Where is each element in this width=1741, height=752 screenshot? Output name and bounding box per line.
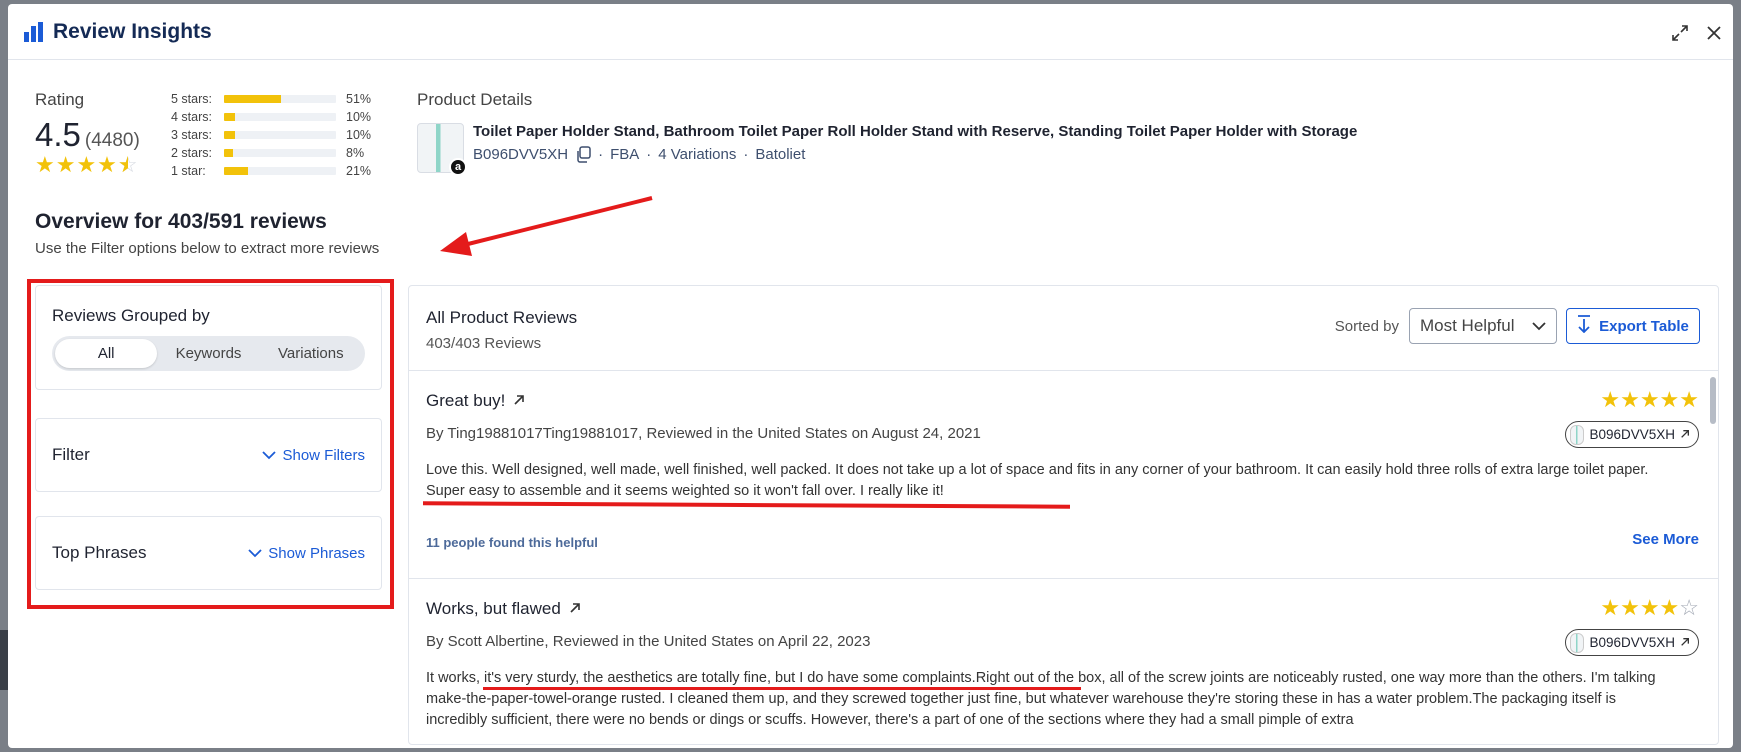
- rating-label: Rating: [35, 90, 85, 109]
- product-brand: Batoliet: [755, 146, 806, 163]
- product-details: Product Details a Toilet Paper Holder St…: [417, 90, 1713, 176]
- distribution-bar-fill: [224, 131, 236, 139]
- rating-summary: Rating 4.5 (4480) ★★★★☆★: [35, 90, 165, 178]
- grouping-title: Reviews Grouped by: [52, 306, 210, 325]
- rating-value: 4.5: [35, 116, 81, 153]
- review-stars: ★★★★★: [1600, 387, 1699, 412]
- distribution-row: 5 stars: 51%: [171, 92, 372, 106]
- product-fulfillment: FBA: [610, 146, 640, 163]
- modal-title: Review Insights: [53, 19, 212, 43]
- overview-title: Overview for 403/591 reviews: [35, 210, 327, 233]
- helpful-count: 11 people found this helpful: [426, 535, 598, 550]
- reviews-list[interactable]: Great buy! ★★★★★ By Ting19881017Ting1988…: [409, 371, 1718, 744]
- review-item: Great buy! ★★★★★ By Ting19881017Ting1988…: [409, 371, 1718, 579]
- product-mini-thumbnail: [1570, 424, 1585, 445]
- review-body: Love this. Well designed, well made, wel…: [426, 462, 1649, 499]
- top-phrases-title: Top Phrases: [52, 543, 147, 562]
- overview-subtitle: Use the Filter options below to extract …: [35, 240, 380, 257]
- distribution-row: 3 stars: 10%: [171, 128, 372, 142]
- dot-separator: ·: [598, 146, 604, 163]
- filter-title: Filter: [52, 445, 90, 464]
- dot-separator: ·: [743, 146, 749, 163]
- grouping-segmented-control: All Keywords Variations: [52, 336, 365, 371]
- distribution-bar-fill: [224, 113, 236, 121]
- product-details-label: Product Details: [417, 90, 533, 109]
- review-asin-link[interactable]: B096DVV5XH: [1565, 421, 1699, 448]
- product-asin: B096DVV5XH: [473, 146, 569, 163]
- filter-card: Filter Show Filters: [35, 418, 382, 492]
- top-phrases-card: Top Phrases Show Phrases: [35, 516, 382, 590]
- bar-chart-logo-icon: [24, 21, 43, 42]
- review-asin-link[interactable]: B096DVV5XH: [1565, 629, 1699, 656]
- distribution-row: 2 stars: 8%: [171, 146, 365, 160]
- group-variations-button[interactable]: Variations: [260, 339, 362, 368]
- review-title: Works, but flawed: [426, 599, 561, 618]
- distribution-bar-fill: [224, 95, 282, 103]
- amazon-logo-icon: a: [449, 158, 467, 176]
- review-body: It works, it's very sturdy, the aestheti…: [426, 670, 1656, 728]
- chevron-down-icon: [248, 545, 262, 562]
- product-thumbnail[interactable]: a: [417, 123, 467, 176]
- export-table-button[interactable]: Export Table: [1566, 308, 1700, 344]
- left-controls: Reviews Grouped by All Keywords Variatio…: [35, 285, 382, 590]
- distribution-bar-fill: [224, 167, 248, 175]
- scrollbar-thumb[interactable]: [1710, 377, 1716, 424]
- product-name: Toilet Paper Holder Stand, Bathroom Toil…: [473, 123, 1358, 140]
- sort-label: Sorted by: [1334, 317, 1399, 335]
- review-byline: By Ting19881017Ting19881017, Reviewed in…: [426, 425, 981, 442]
- external-link-icon[interactable]: [513, 391, 525, 411]
- see-more-button[interactable]: See More: [1632, 531, 1699, 548]
- group-keywords-button[interactable]: Keywords: [157, 339, 259, 368]
- grouping-card: Reviews Grouped by All Keywords Variatio…: [35, 285, 382, 390]
- sort-select[interactable]: Most Helpful: [1409, 308, 1557, 344]
- modal-header: Review Insights: [8, 4, 1733, 60]
- chevron-down-icon: [1532, 316, 1546, 336]
- download-icon: [1577, 315, 1591, 337]
- group-all-button[interactable]: All: [55, 339, 158, 368]
- external-link-icon[interactable]: [569, 599, 581, 619]
- distribution-row: 1 star: 21%: [171, 164, 372, 178]
- review-byline: By Scott Albertine, Reviewed in the Unit…: [426, 633, 871, 650]
- overview: Overview for 403/591 reviews Use the Fil…: [35, 210, 379, 257]
- rating-stars: ★★★★☆★: [35, 152, 139, 177]
- review-item: Works, but flawed ★★★★☆ By Scott Alberti…: [409, 579, 1718, 744]
- external-link-icon: [1680, 635, 1690, 650]
- background-window-edge: [0, 630, 8, 690]
- close-icon[interactable]: [1703, 22, 1725, 44]
- reviews-panel: All Product Reviews 403/403 Reviews Sort…: [408, 285, 1719, 745]
- product-variations: 4 Variations: [658, 146, 737, 163]
- show-filters-button[interactable]: Show Filters: [262, 447, 365, 464]
- product-mini-thumbnail: [1570, 632, 1585, 653]
- review-stars: ★★★★☆: [1600, 595, 1699, 620]
- annotation-arrow: [440, 196, 653, 256]
- copy-icon[interactable]: [575, 146, 591, 163]
- dot-separator: ·: [646, 146, 652, 163]
- show-phrases-button[interactable]: Show Phrases: [248, 545, 365, 562]
- rating-count: (4480): [84, 130, 140, 151]
- distribution-row: 4 stars: 10%: [171, 110, 372, 124]
- chevron-down-icon: [262, 447, 277, 464]
- expand-icon[interactable]: [1669, 22, 1691, 44]
- review-insights-modal: Review Insights Rating 4.5 (4480) ★★★★☆★…: [8, 4, 1733, 748]
- distribution-bar-fill: [224, 149, 233, 157]
- rating-distribution: 5 stars: 51% 4 stars: 10% 3 stars: 10% 2…: [171, 90, 386, 180]
- external-link-icon: [1680, 427, 1690, 442]
- reviews-panel-header: All Product Reviews 403/403 Reviews Sort…: [409, 286, 1718, 371]
- review-title: Great buy!: [426, 391, 506, 410]
